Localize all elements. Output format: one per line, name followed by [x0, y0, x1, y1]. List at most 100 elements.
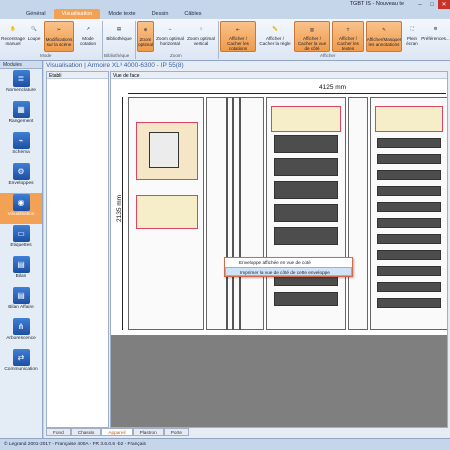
show-dims-icon: ⇤	[236, 26, 240, 32]
context-menu-item-print-side-view[interactable]: Imprimer la vue de côté de cette envelop…	[225, 267, 352, 276]
sidebar-item-label: Communication	[4, 367, 38, 372]
cabinet-4[interactable]	[348, 97, 368, 330]
tab-visualisation[interactable]: Visualisation	[53, 9, 101, 19]
busbar-rail	[226, 97, 228, 330]
maximize-icon[interactable]: □	[426, 0, 438, 9]
recentrage-button[interactable]: ✋ Recentrage manuel	[1, 21, 25, 52]
zoom-optimal-button[interactable]: ⊕ Zoom optimal	[137, 21, 154, 52]
tools-icon: ✂	[57, 27, 61, 32]
device-row[interactable]	[377, 138, 441, 148]
group-afficher-label: Afficher	[320, 53, 336, 58]
device-row[interactable]	[377, 154, 441, 164]
textes-toggle-button[interactable]: T Afficher / Cacher les textes	[332, 21, 364, 52]
close-icon[interactable]: ✕	[438, 0, 450, 9]
device-row[interactable]	[274, 181, 338, 199]
context-menu-item-side-view[interactable]: Enveloppe affichée en vue de coté	[225, 258, 352, 267]
annotations-toggle-label: Afficher/Masquer les annotations	[366, 37, 402, 47]
minimize-icon[interactable]: –	[414, 0, 426, 9]
etabli-panel: Etabli	[46, 71, 109, 428]
loupe-button[interactable]: 🔍 Loupe	[26, 21, 42, 52]
sidebar-item-label: Arborescence	[6, 336, 36, 341]
zoom-horizontal-button[interactable]: ↔ Zoom optimal horizontal	[156, 21, 184, 52]
tab-plastron[interactable]: Plastron	[132, 428, 164, 436]
ruler-icon: 📏	[272, 26, 278, 31]
plein-ecran-button[interactable]: ⛶ Plein écran	[404, 21, 420, 52]
width-dimension-line	[128, 93, 446, 94]
device-row[interactable]	[377, 186, 441, 196]
device-row[interactable]	[274, 292, 338, 306]
sidebar-item-nomenclature[interactable]: ≣ Nomenclature	[0, 69, 42, 100]
mode-cotation-label: Mode cotation	[79, 36, 97, 46]
bibliotheque-label: Bibliothèque	[106, 36, 132, 41]
tab-appareil[interactable]: Appareil	[101, 428, 133, 436]
tab-general[interactable]: Général	[18, 9, 54, 19]
textes-toggle-label: Afficher / Cacher les textes	[337, 36, 359, 51]
front-view-panel[interactable]: Vue de face 4125 mm 2135 mm Enveloppe af…	[110, 71, 448, 428]
tab-chassis[interactable]: Chassis	[70, 428, 102, 436]
breaker-device[interactable]	[149, 132, 179, 168]
top-plate	[375, 106, 443, 132]
sidebar-item-communication[interactable]: ⇄ Communication	[0, 348, 42, 379]
device-row[interactable]	[377, 202, 441, 212]
device-row[interactable]	[377, 250, 441, 260]
sidebar-item-enveloppes[interactable]: ⚙ Enveloppes	[0, 162, 42, 193]
zoom-vertical-button[interactable]: ↕ Zoom optimal vertical	[186, 21, 216, 52]
zoom-v-icon: ↕	[199, 26, 203, 31]
zoom-icon: ⊕	[143, 27, 148, 32]
tree-icon: ⋔	[12, 318, 30, 335]
busbar-rail	[239, 97, 241, 330]
sidebar-header: Modules	[0, 61, 42, 69]
group-separator	[218, 21, 219, 59]
device-row[interactable]	[274, 204, 338, 222]
regle-toggle-button[interactable]: 📏 Afficher / Cacher la règle	[258, 21, 292, 52]
preferences-icon: ⚙	[433, 26, 438, 31]
side-view-icon: ▥	[309, 26, 315, 32]
preferences-button[interactable]: ⚙ Préférences...	[421, 21, 450, 52]
tab-porte[interactable]: Porte	[163, 428, 189, 436]
bibliotheque-button[interactable]: ▤ Bibliothèque	[104, 21, 134, 52]
tab-mode-texte[interactable]: Mode texte	[100, 9, 143, 19]
device-row[interactable]	[274, 227, 338, 245]
storage-icon: ▦	[12, 101, 30, 118]
zoom-horizontal-label: Zoom optimal horizontal	[156, 36, 184, 46]
sidebar-item-label: Etiquettes	[10, 243, 32, 248]
group-bibliotheque-label: Bibliothèque	[104, 53, 130, 58]
texts-icon: T	[346, 26, 350, 32]
context-menu: Enveloppe affichée en vue de coté Imprim…	[224, 257, 353, 277]
tab-dessin[interactable]: Dessin	[144, 9, 177, 19]
device-row[interactable]	[377, 282, 441, 292]
canvas-background	[111, 335, 447, 427]
tab-fond[interactable]: Fond	[46, 428, 71, 436]
vue-cote-toggle-button[interactable]: ▥ Afficher / Cacher la vue de côté	[294, 21, 330, 52]
device-row[interactable]	[274, 135, 338, 153]
sidebar-item-bilan-affaire[interactable]: ▤ Bilan Affaire	[0, 286, 42, 317]
group-separator	[102, 21, 103, 59]
device-row[interactable]	[377, 234, 441, 244]
modifications-button[interactable]: ✂ Modifications sur la scène	[44, 21, 74, 52]
device-row[interactable]	[274, 158, 338, 176]
group-zoom-label: Zoom	[170, 53, 182, 58]
device-row[interactable]	[377, 266, 441, 276]
annotations-toggle-button[interactable]: ✎ Afficher/Masquer les annotations	[366, 21, 402, 52]
ribbon-tabs: Général Visualisation Mode texte Dessin …	[0, 9, 450, 19]
sidebar-item-visualisation[interactable]: ◉ Visualisation	[0, 193, 42, 224]
tab-cables[interactable]: Câbles	[176, 9, 209, 19]
plein-ecran-label: Plein écran	[406, 36, 418, 46]
sidebar-item-etiquettes[interactable]: ▭ Etiquettes	[0, 224, 42, 255]
etabli-header: Etabli	[47, 72, 108, 79]
cotations-toggle-label: Afficher / Cacher les cotations	[227, 36, 249, 51]
mode-cotation-button[interactable]: ↗ Mode cotation	[76, 21, 100, 52]
sidebar-item-bilan[interactable]: ▤ Bilan	[0, 255, 42, 286]
group-separator	[135, 21, 136, 59]
device-row[interactable]	[377, 218, 441, 228]
cabinet-2[interactable]	[206, 97, 264, 330]
sidebar-item-arborescence[interactable]: ⋔ Arborescence	[0, 317, 42, 348]
zoom-h-icon: ↔	[167, 26, 173, 31]
device-row[interactable]	[377, 298, 441, 308]
empty-plate	[136, 195, 198, 229]
cotations-toggle-button[interactable]: ⇤ Afficher / Cacher les cotations	[220, 21, 256, 52]
sidebar-item-rangement[interactable]: ▦ Rangement	[0, 100, 42, 131]
device-row[interactable]	[377, 170, 441, 180]
sidebar-item-schema[interactable]: ⌁ Schéma	[0, 131, 42, 162]
window-controls: – □ ✕	[414, 0, 450, 9]
